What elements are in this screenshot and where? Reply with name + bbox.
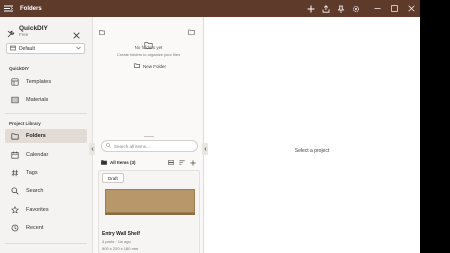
sidebar-item-favorites[interactable]: Favorites [5, 203, 87, 217]
divider [5, 113, 87, 114]
star-icon [10, 205, 20, 215]
workspace-select[interactable]: Default [6, 43, 85, 54]
maximize-icon[interactable] [386, 0, 403, 17]
sidebar-item-search[interactable]: Search [5, 184, 87, 198]
window-title: Folders [20, 5, 42, 12]
sidebar-item-label: Materials [26, 97, 49, 103]
export-icon[interactable] [318, 0, 333, 17]
sidebar-item-folders[interactable]: Folders [5, 129, 87, 143]
materials-icon [10, 95, 20, 105]
search-icon [106, 143, 111, 149]
items-toolbar: All Items (3) [101, 158, 198, 167]
app-window: Folders QuickDIY Free Default QuickDIY T… [0, 0, 420, 253]
add-icon[interactable] [303, 0, 318, 17]
history-icon [10, 223, 20, 233]
tools-icon [7, 25, 15, 43]
sort-icon[interactable] [176, 160, 187, 165]
chevron-left-icon [90, 147, 93, 151]
new-folder-icon [134, 63, 140, 69]
workspace-select-value: Default [19, 45, 35, 52]
project-preview-edge [105, 213, 195, 215]
empty-folders-subtitle: Create folders to organize your files [116, 52, 181, 57]
settings-icon[interactable] [348, 0, 363, 17]
divider [5, 243, 87, 244]
workspace-icon [10, 45, 16, 53]
add-item-icon[interactable] [187, 159, 198, 166]
project-dimensions: 900 x 220 x 180 mm [102, 246, 139, 251]
chevron-down-icon [76, 46, 81, 52]
project-meta: 4 parts · 1w ago [102, 239, 131, 244]
project-title: Entry Wall Shelf [102, 231, 140, 237]
sidebar-item-label: Calendar [26, 152, 49, 158]
folder-icon [99, 22, 105, 40]
resize-handle[interactable] [144, 136, 154, 137]
sidebar-item-label: Tags [26, 170, 38, 176]
search-input[interactable]: Search all items... [101, 140, 198, 152]
pin-icon[interactable] [333, 0, 348, 17]
collapse-sidebar-button[interactable] [89, 143, 95, 155]
items-list-label: All Items (3) [110, 160, 136, 165]
detail-pane: Select a project [202, 17, 420, 253]
new-folder-label: New Folder [143, 63, 167, 69]
folder-icon [10, 131, 20, 141]
empty-detail-text: Select a project [294, 148, 330, 154]
calendar-icon [10, 150, 20, 160]
sidebar-item-label: Favorites [26, 207, 49, 213]
project-preview-image [105, 189, 195, 213]
sidebar-item-label: Search [26, 188, 44, 194]
sidebar: QuickDIY Free Default QuickDIY Templates [0, 17, 93, 253]
sidebar-item-materials[interactable]: Materials [5, 93, 87, 107]
sidebar-item-label: Recent [26, 225, 44, 231]
status-badge: Draft [102, 173, 124, 183]
close-sidebar-icon[interactable] [73, 26, 80, 44]
section-label-quickdiy: QuickDIY [9, 66, 30, 71]
sidebar-item-label: Folders [26, 133, 46, 139]
sidebar-item-templates[interactable]: Templates [5, 75, 87, 89]
library-panel: No folders yet Create folders to organiz… [89, 17, 204, 253]
tag-icon [10, 168, 20, 178]
project-card[interactable]: Draft Entry Wall Shelf 4 parts · 1w ago … [98, 170, 200, 253]
sidebar-item-calendar[interactable]: Calendar [5, 148, 87, 162]
sidebar-toggle-icon[interactable] [0, 0, 17, 17]
sidebar-item-tags[interactable]: Tags [5, 166, 87, 180]
section-label-project-library: Project Library [9, 121, 41, 126]
new-folder-icon[interactable] [188, 22, 195, 40]
app-name: QuickDIY [19, 25, 48, 32]
plan-label: Free [19, 32, 29, 37]
brand: QuickDIY Free [7, 25, 48, 43]
search-placeholder: Search all items... [114, 143, 150, 149]
search-icon [10, 186, 20, 196]
minimize-icon[interactable] [369, 0, 386, 17]
close-icon[interactable] [403, 0, 420, 17]
sidebar-item-recent[interactable]: Recent [5, 221, 87, 235]
title-bar: Folders [0, 0, 420, 17]
templates-icon [10, 77, 20, 87]
view-toggle-icon[interactable] [165, 160, 176, 165]
sidebar-item-label: Templates [26, 79, 52, 85]
new-folder-button[interactable]: New Folder [134, 63, 166, 69]
empty-folders-title: No folders yet [134, 45, 163, 50]
folder-icon [101, 159, 107, 166]
